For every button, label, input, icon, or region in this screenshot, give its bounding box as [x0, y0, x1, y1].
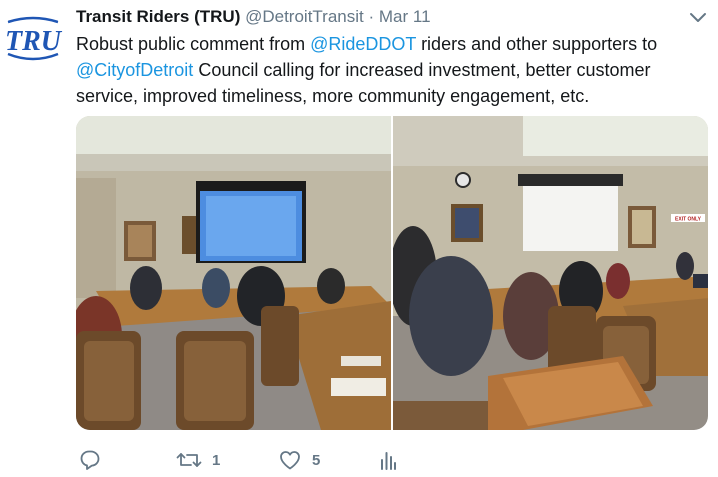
svg-text:TRU: TRU — [5, 26, 63, 57]
council-meeting-photo-icon — [76, 116, 391, 430]
exit-only-sign: EXIT ONLY — [675, 217, 702, 223]
reply-icon — [80, 450, 100, 470]
chevron-down-icon — [690, 13, 706, 22]
author-name[interactable]: Transit Riders (TRU) — [76, 7, 240, 26]
photo-left[interactable] — [76, 116, 391, 430]
tru-logo-icon: TRU — [3, 9, 63, 69]
council-meeting-photo-icon: EXIT ONLY — [393, 116, 708, 430]
reply-button[interactable] — [78, 446, 112, 474]
action-bar: 1 5 — [76, 446, 476, 474]
tweet-text-part: Robust public comment from — [76, 34, 311, 54]
mention-link[interactable]: @RideDDOT — [310, 34, 416, 54]
tweet-date[interactable]: Mar 11 — [379, 7, 431, 26]
analytics-button[interactable] — [378, 446, 408, 474]
retweet-icon — [176, 453, 202, 467]
more-options-button[interactable] — [688, 10, 708, 26]
tweet-text-part: riders and other supporters to — [416, 34, 658, 54]
analytics-icon — [381, 452, 396, 470]
tweet-header: Transit Riders (TRU) @DetroitTransit · M… — [76, 6, 431, 28]
media-container: EXIT ONLY — [76, 116, 708, 430]
retweet-count: 1 — [212, 451, 221, 469]
tweet-text: Robust public comment from @RideDDOT rid… — [76, 31, 712, 109]
mention-link[interactable]: @CityofDetroit — [76, 60, 193, 80]
like-count: 5 — [312, 451, 321, 469]
like-button[interactable]: 5 — [278, 446, 320, 474]
heart-icon — [280, 451, 300, 470]
avatar[interactable]: TRU — [2, 8, 64, 70]
retweet-button[interactable]: 1 — [176, 446, 220, 474]
photo-right[interactable]: EXIT ONLY — [393, 116, 708, 430]
author-handle[interactable]: @DetroitTransit — [245, 7, 364, 26]
separator: · — [368, 7, 375, 26]
